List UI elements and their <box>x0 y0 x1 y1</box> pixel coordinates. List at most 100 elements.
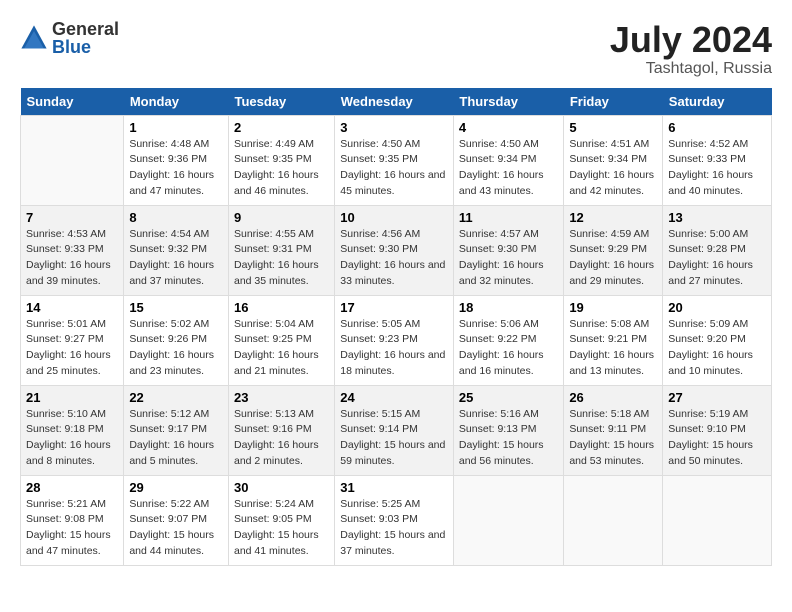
day-info: Sunrise: 5:04 AMSunset: 9:25 PMDaylight:… <box>234 317 329 380</box>
calendar-cell: 2Sunrise: 4:49 AMSunset: 9:35 PMDaylight… <box>228 115 334 205</box>
day-info: Sunrise: 4:53 AMSunset: 9:33 PMDaylight:… <box>26 227 118 290</box>
logo-blue: Blue <box>52 38 119 56</box>
weekday-header: Thursday <box>453 88 563 116</box>
day-number: 4 <box>459 120 558 135</box>
calendar-cell: 26 Sunrise: 5:18 AMSunset: 9:11 PMDayligh… <box>564 385 663 475</box>
weekday-header: Saturday <box>663 88 772 116</box>
calendar-cell: 9 Sunrise: 4:55 AMSunset: 9:31 PMDaylight… <box>228 205 334 295</box>
calendar-cell <box>21 115 124 205</box>
day-number: 30 <box>234 480 329 495</box>
day-info: Sunrise: 5:01 AMSunset: 9:27 PMDaylight:… <box>26 317 118 380</box>
day-number: 7 <box>26 210 118 225</box>
day-info: Sunrise: 5:08 AMSunset: 9:21 PMDaylight:… <box>569 317 657 380</box>
calendar-cell: 15 Sunrise: 5:02 AMSunset: 9:26 PMDayligh… <box>124 295 229 385</box>
calendar-table: SundayMondayTuesdayWednesdayThursdayFrid… <box>20 88 772 566</box>
day-number: 31 <box>340 480 448 495</box>
day-info: Sunrise: 4:54 AMSunset: 9:32 PMDaylight:… <box>129 227 223 290</box>
title-block: July 2024 Tashtagol, Russia <box>610 20 772 78</box>
day-info: Sunrise: 5:05 AMSunset: 9:23 PMDaylight:… <box>340 317 448 380</box>
day-number: 11 <box>459 210 558 225</box>
calendar-cell: 23Sunrise: 5:13 AMSunset: 9:16 PMDayligh… <box>228 385 334 475</box>
day-number: 3 <box>340 120 448 135</box>
calendar-cell: 1Sunrise: 4:48 AMSunset: 9:36 PMDaylight… <box>124 115 229 205</box>
logo-text: General Blue <box>52 20 119 56</box>
calendar-cell: 8 Sunrise: 4:54 AMSunset: 9:32 PMDaylight… <box>124 205 229 295</box>
day-number: 8 <box>129 210 223 225</box>
day-number: 12 <box>569 210 657 225</box>
day-info: Sunrise: 4:57 AMSunset: 9:30 PMDaylight:… <box>459 227 558 290</box>
day-info: Sunrise: 5:00 AMSunset: 9:28 PMDaylight:… <box>668 227 766 290</box>
calendar-week-row: 1Sunrise: 4:48 AMSunset: 9:36 PMDaylight… <box>21 115 772 205</box>
weekday-header: Sunday <box>21 88 124 116</box>
calendar-cell: 28 Sunrise: 5:21 AMSunset: 9:08 PMDayligh… <box>21 475 124 565</box>
calendar-cell: 30 Sunrise: 5:24 AMSunset: 9:05 PMDayligh… <box>228 475 334 565</box>
day-info: Sunrise: 4:49 AMSunset: 9:35 PMDaylight:… <box>234 137 329 200</box>
weekday-header: Friday <box>564 88 663 116</box>
calendar-cell: 14Sunrise: 5:01 AMSunset: 9:27 PMDayligh… <box>21 295 124 385</box>
calendar-cell: 31Sunrise: 5:25 AMSunset: 9:03 PMDayligh… <box>335 475 454 565</box>
calendar-week-row: 14Sunrise: 5:01 AMSunset: 9:27 PMDayligh… <box>21 295 772 385</box>
day-number: 20 <box>668 300 766 315</box>
day-number: 24 <box>340 390 448 405</box>
day-number: 17 <box>340 300 448 315</box>
calendar-cell: 18 Sunrise: 5:06 AMSunset: 9:22 PMDayligh… <box>453 295 563 385</box>
calendar-cell: 11 Sunrise: 4:57 AMSunset: 9:30 PMDayligh… <box>453 205 563 295</box>
day-number: 15 <box>129 300 223 315</box>
calendar-cell: 22 Sunrise: 5:12 AMSunset: 9:17 PMDayligh… <box>124 385 229 475</box>
day-number: 5 <box>569 120 657 135</box>
calendar-cell: 5Sunrise: 4:51 AMSunset: 9:34 PMDaylight… <box>564 115 663 205</box>
day-info: Sunrise: 4:50 AMSunset: 9:35 PMDaylight:… <box>340 137 448 200</box>
calendar-cell: 13 Sunrise: 5:00 AMSunset: 9:28 PMDayligh… <box>663 205 772 295</box>
day-info: Sunrise: 4:55 AMSunset: 9:31 PMDaylight:… <box>234 227 329 290</box>
logo: General Blue <box>20 20 119 56</box>
day-number: 22 <box>129 390 223 405</box>
day-number: 10 <box>340 210 448 225</box>
weekday-header: Monday <box>124 88 229 116</box>
day-info: Sunrise: 5:12 AMSunset: 9:17 PMDaylight:… <box>129 407 223 470</box>
calendar-cell: 25 Sunrise: 5:16 AMSunset: 9:13 PMDayligh… <box>453 385 563 475</box>
day-number: 18 <box>459 300 558 315</box>
calendar-cell <box>564 475 663 565</box>
logo-general: General <box>52 20 119 38</box>
calendar-cell: 4Sunrise: 4:50 AMSunset: 9:34 PMDaylight… <box>453 115 563 205</box>
day-info: Sunrise: 5:13 AMSunset: 9:16 PMDaylight:… <box>234 407 329 470</box>
day-number: 16 <box>234 300 329 315</box>
calendar-cell: 10 Sunrise: 4:56 AMSunset: 9:30 PMDayligh… <box>335 205 454 295</box>
day-info: Sunrise: 5:24 AMSunset: 9:05 PMDaylight:… <box>234 497 329 560</box>
day-info: Sunrise: 4:56 AMSunset: 9:30 PMDaylight:… <box>340 227 448 290</box>
day-number: 25 <box>459 390 558 405</box>
calendar-cell: 16 Sunrise: 5:04 AMSunset: 9:25 PMDayligh… <box>228 295 334 385</box>
month-year-title: July 2024 <box>610 20 772 60</box>
page-header: General Blue July 2024 Tashtagol, Russia <box>20 20 772 78</box>
calendar-cell: 27 Sunrise: 5:19 AMSunset: 9:10 PMDayligh… <box>663 385 772 475</box>
calendar-cell: 3 Sunrise: 4:50 AMSunset: 9:35 PMDaylight… <box>335 115 454 205</box>
day-info: Sunrise: 5:19 AMSunset: 9:10 PMDaylight:… <box>668 407 766 470</box>
calendar-week-row: 28 Sunrise: 5:21 AMSunset: 9:08 PMDayligh… <box>21 475 772 565</box>
day-number: 28 <box>26 480 118 495</box>
day-number: 26 <box>569 390 657 405</box>
day-info: Sunrise: 5:18 AMSunset: 9:11 PMDaylight:… <box>569 407 657 470</box>
day-info: Sunrise: 5:21 AMSunset: 9:08 PMDaylight:… <box>26 497 118 560</box>
day-info: Sunrise: 5:10 AMSunset: 9:18 PMDaylight:… <box>26 407 118 470</box>
calendar-cell: 7 Sunrise: 4:53 AMSunset: 9:33 PMDaylight… <box>21 205 124 295</box>
calendar-cell: 29 Sunrise: 5:22 AMSunset: 9:07 PMDayligh… <box>124 475 229 565</box>
day-info: Sunrise: 5:22 AMSunset: 9:07 PMDaylight:… <box>129 497 223 560</box>
calendar-cell: 12 Sunrise: 4:59 AMSunset: 9:29 PMDayligh… <box>564 205 663 295</box>
calendar-cell: 20 Sunrise: 5:09 AMSunset: 9:20 PMDayligh… <box>663 295 772 385</box>
day-number: 27 <box>668 390 766 405</box>
day-info: Sunrise: 5:15 AMSunset: 9:14 PMDaylight:… <box>340 407 448 470</box>
day-number: 13 <box>668 210 766 225</box>
day-number: 29 <box>129 480 223 495</box>
calendar-cell: 19Sunrise: 5:08 AMSunset: 9:21 PMDayligh… <box>564 295 663 385</box>
calendar-cell: 24 Sunrise: 5:15 AMSunset: 9:14 PMDayligh… <box>335 385 454 475</box>
day-info: Sunrise: 5:09 AMSunset: 9:20 PMDaylight:… <box>668 317 766 380</box>
day-info: Sunrise: 5:02 AMSunset: 9:26 PMDaylight:… <box>129 317 223 380</box>
logo-icon <box>20 24 48 52</box>
calendar-week-row: 7 Sunrise: 4:53 AMSunset: 9:33 PMDaylight… <box>21 205 772 295</box>
day-info: Sunrise: 5:16 AMSunset: 9:13 PMDaylight:… <box>459 407 558 470</box>
day-info: Sunrise: 5:06 AMSunset: 9:22 PMDaylight:… <box>459 317 558 380</box>
calendar-cell: 21Sunrise: 5:10 AMSunset: 9:18 PMDayligh… <box>21 385 124 475</box>
day-number: 9 <box>234 210 329 225</box>
day-info: Sunrise: 4:59 AMSunset: 9:29 PMDaylight:… <box>569 227 657 290</box>
day-number: 1 <box>129 120 223 135</box>
